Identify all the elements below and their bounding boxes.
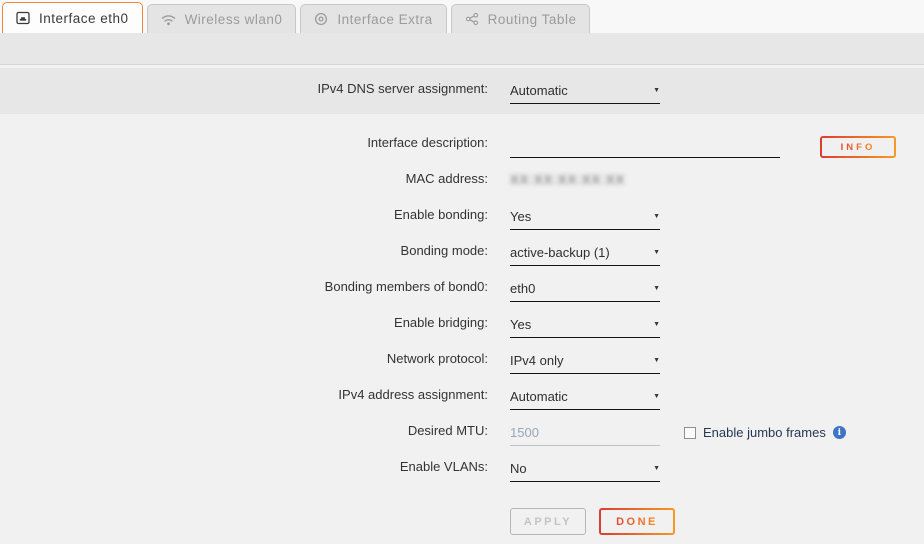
mac-value-redacted: XX:XX:XX:XX:XX <box>510 172 625 194</box>
dns-assignment-band: IPv4 DNS server assignment: Automatic <box>0 68 924 114</box>
form-row-protocol: Network protocol: IPv4 only <box>0 338 924 374</box>
vlans-select[interactable]: No <box>510 461 660 482</box>
tab-routing-table[interactable]: Routing Table <box>451 4 591 33</box>
wifi-icon <box>161 13 176 26</box>
bond-members-label: Bonding members of bond0: <box>0 279 488 302</box>
mtu-input[interactable] <box>510 425 660 446</box>
dns-assignment-value: Automatic <box>510 83 568 98</box>
form-row-bonding: Enable bonding: Yes <box>0 194 924 230</box>
tab-label: Interface eth0 <box>39 11 129 26</box>
bond-members-select[interactable]: eth0 <box>510 281 660 302</box>
form-row-bond-members: Bonding members of bond0: eth0 <box>0 266 924 302</box>
bridging-label: Enable bridging: <box>0 315 488 338</box>
apply-button[interactable]: APPLY <box>510 508 586 535</box>
chevron-down-icon <box>653 285 660 292</box>
jumbo-frames-checkbox[interactable] <box>684 427 696 439</box>
interface-settings-panel: Interface description: INFO MAC address:… <box>0 114 924 544</box>
description-input[interactable] <box>510 137 780 158</box>
bonding-mode-select[interactable]: active-backup (1) <box>510 245 660 266</box>
tab-label: Wireless wlan0 <box>185 12 283 27</box>
dns-assignment-select[interactable]: Automatic <box>510 83 660 104</box>
ipv4-assignment-label: IPv4 address assignment: <box>0 387 488 410</box>
protocol-value: IPv4 only <box>510 353 563 368</box>
jumbo-frames-group: Enable jumbo frames i <box>684 425 846 446</box>
chevron-down-icon <box>653 393 660 400</box>
chevron-down-icon <box>653 465 660 472</box>
form-row-mac: MAC address: XX:XX:XX:XX:XX <box>0 158 924 194</box>
jumbo-frames-label: Enable jumbo frames <box>703 425 826 440</box>
chevron-down-icon <box>653 357 660 364</box>
info-button[interactable]: INFO <box>820 136 896 158</box>
bridging-value: Yes <box>510 317 531 332</box>
tab-bar: Interface eth0 Wireless wlan0 Interface … <box>0 0 924 33</box>
dns-assignment-label: IPv4 DNS server assignment: <box>0 81 488 104</box>
bond-members-value: eth0 <box>510 281 535 296</box>
chevron-down-icon <box>653 87 660 94</box>
action-buttons: APPLY DONE <box>510 508 924 535</box>
routing-icon <box>465 12 479 26</box>
bonding-select[interactable]: Yes <box>510 209 660 230</box>
info-circle-icon[interactable]: i <box>833 426 846 439</box>
bridging-select[interactable]: Yes <box>510 317 660 338</box>
tab-label: Routing Table <box>488 12 577 27</box>
done-button-label: DONE <box>616 516 658 528</box>
vlans-label: Enable VLANs: <box>0 459 488 482</box>
target-icon <box>314 12 328 26</box>
vlans-value: No <box>510 461 527 476</box>
description-label: Interface description: <box>0 135 488 158</box>
bonding-mode-value: active-backup (1) <box>510 245 610 260</box>
form-row-bonding-mode: Bonding mode: active-backup (1) <box>0 230 924 266</box>
ipv4-assignment-value: Automatic <box>510 389 568 404</box>
chevron-down-icon <box>653 249 660 256</box>
form-row-mtu: Desired MTU: Enable jumbo frames i <box>0 410 924 446</box>
protocol-label: Network protocol: <box>0 351 488 374</box>
ipv4-assignment-select[interactable]: Automatic <box>510 389 660 410</box>
form-row-vlans: Enable VLANs: No <box>0 446 924 482</box>
toolbar-band <box>0 33 924 64</box>
info-button-label: INFO <box>841 142 876 153</box>
tab-wireless-wlan0[interactable]: Wireless wlan0 <box>147 4 297 33</box>
tab-interface-extra[interactable]: Interface Extra <box>300 4 446 33</box>
protocol-select[interactable]: IPv4 only <box>510 353 660 374</box>
done-button[interactable]: DONE <box>599 508 675 535</box>
form-row-ipv4-assignment: IPv4 address assignment: Automatic <box>0 374 924 410</box>
tab-label: Interface Extra <box>337 12 432 27</box>
tab-interface-eth0[interactable]: Interface eth0 <box>2 2 143 33</box>
ethernet-icon <box>16 11 30 25</box>
bonding-label: Enable bonding: <box>0 207 488 230</box>
bonding-mode-label: Bonding mode: <box>0 243 488 266</box>
bonding-value: Yes <box>510 209 531 224</box>
chevron-down-icon <box>653 321 660 328</box>
form-row-bridging: Enable bridging: Yes <box>0 302 924 338</box>
mac-label: MAC address: <box>0 171 488 194</box>
chevron-down-icon <box>653 213 660 220</box>
mtu-label: Desired MTU: <box>0 423 488 446</box>
form-row-description: Interface description: INFO <box>0 122 924 158</box>
